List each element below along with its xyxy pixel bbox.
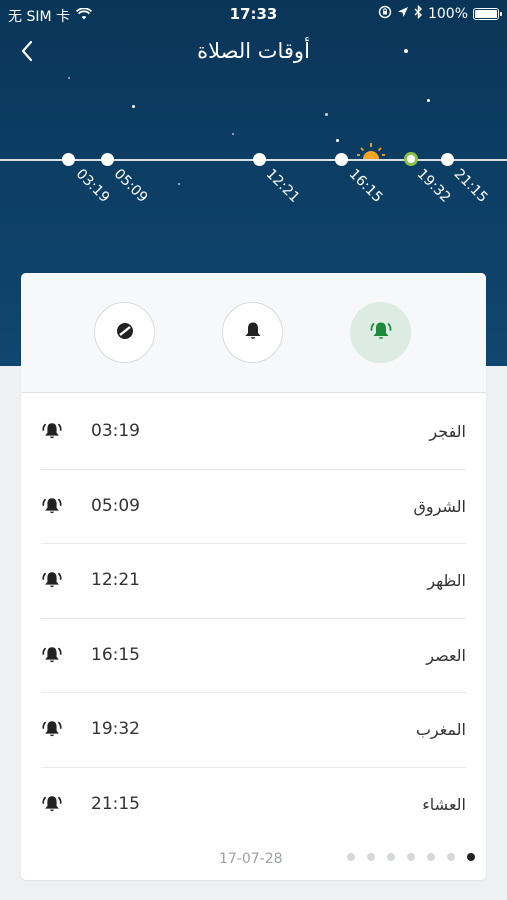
- prayer-row-fajr[interactable]: 03:19 الفجر: [41, 395, 466, 470]
- location-icon: [397, 6, 409, 22]
- battery-percent: 100%: [427, 6, 468, 22]
- page-title: أوقات الصلاة: [197, 39, 310, 63]
- prayer-times-card: 03:19 الفجر 05:09 الشروق 12:21 الظهر 16:…: [21, 273, 486, 880]
- prayer-name: الظهر: [427, 571, 466, 590]
- prayer-time: 05:09: [91, 495, 140, 516]
- prayer-list: 03:19 الفجر 05:09 الشروق 12:21 الظهر 16:…: [41, 395, 466, 842]
- orientation-lock-icon: [378, 5, 392, 23]
- star: [336, 139, 339, 142]
- prayer-row-sunrise[interactable]: 05:09 الشروق: [41, 470, 466, 544]
- ringing-bell-icon[interactable]: [41, 496, 63, 518]
- timeline-label: 19:32: [413, 166, 454, 206]
- ringing-bell-icon[interactable]: [41, 794, 63, 816]
- prayer-time: 21:15: [91, 793, 140, 814]
- ringing-bell-icon: [369, 321, 393, 345]
- bluetooth-icon: [414, 4, 423, 23]
- prayer-row-dhuhr[interactable]: 12:21 الظهر: [41, 544, 466, 619]
- no-sound-icon: [116, 322, 134, 344]
- prayer-row-asr[interactable]: 16:15 العصر: [41, 619, 466, 693]
- prayer-name: الفجر: [429, 422, 466, 441]
- ringing-bell-icon[interactable]: [41, 719, 63, 741]
- timeline-dot: [441, 153, 454, 166]
- ringing-bell-icon[interactable]: [41, 570, 63, 592]
- star: [132, 105, 135, 108]
- timeline-label: 03:19: [72, 166, 113, 206]
- timeline-dot: [62, 153, 75, 166]
- prayer-time: 12:21: [91, 570, 140, 590]
- page-dot[interactable]: [427, 853, 435, 861]
- star: [232, 133, 234, 135]
- prayer-name: الشروق: [413, 496, 466, 516]
- bell-icon: [244, 321, 262, 345]
- page-dot[interactable]: [347, 853, 355, 861]
- page-dot[interactable]: [387, 853, 395, 861]
- notify-mode-button[interactable]: [222, 302, 283, 363]
- battery-icon: [473, 8, 502, 20]
- prayer-name: العصر: [426, 645, 466, 665]
- prayer-time: 16:15: [91, 644, 140, 665]
- prayer-name: المغرب: [415, 720, 466, 739]
- timeline-label: 12:21: [262, 166, 303, 206]
- timeline-dot: [253, 153, 266, 166]
- page-dot-active[interactable]: [467, 853, 475, 861]
- page-indicator: [347, 853, 475, 861]
- ringing-bell-icon[interactable]: [41, 645, 63, 667]
- prayer-time: 19:32: [91, 719, 140, 739]
- timeline-label: 21:15: [450, 166, 491, 206]
- timeline-dot-current: [404, 152, 418, 166]
- adhan-mode-button[interactable]: [350, 302, 411, 363]
- prayer-row-isha[interactable]: 21:15 العشاء: [41, 768, 466, 843]
- alert-mode-selector: [21, 273, 486, 393]
- ringing-bell-icon[interactable]: [41, 421, 63, 443]
- date-label: 17-07-28: [219, 851, 283, 867]
- star: [178, 183, 180, 185]
- status-bar: 无 SIM 卡 17:33 100%: [0, 0, 507, 28]
- nav-bar: أوقات الصلاة: [0, 30, 507, 76]
- timeline-label: 16:15: [345, 166, 386, 206]
- prayer-name: العشاء: [422, 794, 466, 814]
- prayer-row-maghrib[interactable]: 19:32 المغرب: [41, 693, 466, 768]
- star: [68, 77, 70, 79]
- star: [427, 99, 430, 102]
- star: [325, 113, 328, 116]
- timeline-label: 05:09: [110, 166, 151, 206]
- page-dot[interactable]: [367, 853, 375, 861]
- silent-mode-button[interactable]: [94, 302, 155, 363]
- sunset-icon: [357, 142, 385, 160]
- timeline-dot: [101, 153, 114, 166]
- timeline-dot: [335, 153, 348, 166]
- page-dot[interactable]: [407, 853, 415, 861]
- prayer-time: 03:19: [91, 421, 140, 441]
- page-dot[interactable]: [447, 853, 455, 861]
